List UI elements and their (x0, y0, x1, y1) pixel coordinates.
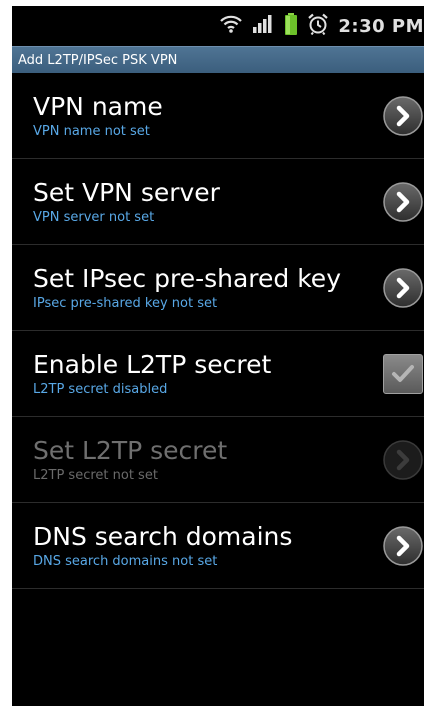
setting-text: Set L2TP secret L2TP secret not set (33, 435, 227, 485)
chevron-right-icon (382, 439, 424, 481)
setting-vpn-name[interactable]: VPN name VPN name not set (12, 73, 424, 159)
battery-icon (284, 13, 298, 39)
setting-subtitle: L2TP secret disabled (33, 381, 168, 397)
setting-text: Enable L2TP secret L2TP secret disabled (33, 349, 271, 399)
signal-icon (252, 14, 274, 38)
chevron-right-icon[interactable] (382, 525, 424, 567)
setting-vpn-server[interactable]: Set VPN server VPN server not set (12, 159, 424, 245)
title-bar: Add L2TP/IPSec PSK VPN (12, 46, 424, 73)
chevron-right-icon[interactable] (382, 181, 424, 223)
setting-title: Set VPN server (33, 177, 220, 207)
chevron-right-icon[interactable] (382, 95, 424, 137)
checkmark-icon (392, 364, 414, 382)
setting-dns-search-domains[interactable]: DNS search domains DNS search domains no… (12, 503, 424, 589)
setting-subtitle: VPN server not set (33, 209, 155, 225)
alarm-icon (308, 13, 329, 39)
l2tp-secret-checkbox[interactable] (383, 353, 423, 394)
setting-text: Set IPsec pre-shared key IPsec pre-share… (33, 263, 341, 313)
setting-ipsec-key[interactable]: Set IPsec pre-shared key IPsec pre-share… (12, 245, 424, 331)
setting-subtitle: IPsec pre-shared key not set (33, 295, 218, 311)
setting-subtitle: VPN name not set (33, 123, 150, 139)
setting-enable-l2tp-secret[interactable]: Enable L2TP secret L2TP secret disabled (12, 331, 424, 417)
setting-text: Set VPN server VPN server not set (33, 177, 220, 227)
settings-list: VPN name VPN name not set Set VPN server… (12, 73, 424, 589)
setting-title: Enable L2TP secret (33, 349, 272, 379)
status-bar: 2:30 PM (12, 6, 424, 46)
setting-text: VPN name VPN name not set (33, 91, 163, 141)
setting-title: Set L2TP secret (33, 435, 228, 465)
setting-title: Set IPsec pre-shared key (33, 263, 341, 293)
wifi-icon (220, 14, 243, 38)
status-time: 2:30 PM (338, 15, 424, 37)
page-title: Add L2TP/IPSec PSK VPN (18, 52, 178, 68)
chevron-right-icon[interactable] (382, 267, 424, 309)
setting-subtitle: L2TP secret not set (33, 467, 158, 483)
setting-text: DNS search domains DNS search domains no… (33, 521, 292, 571)
setting-title: VPN name (33, 91, 163, 121)
setting-subtitle: DNS search domains not set (33, 553, 218, 569)
setting-title: DNS search domains (33, 521, 293, 551)
setting-l2tp-secret: Set L2TP secret L2TP secret not set (12, 417, 424, 503)
device-frame: 2:30 PM Add L2TP/IPSec PSK VPN VPN name … (0, 0, 424, 706)
screen: 2:30 PM Add L2TP/IPSec PSK VPN VPN name … (12, 6, 424, 706)
